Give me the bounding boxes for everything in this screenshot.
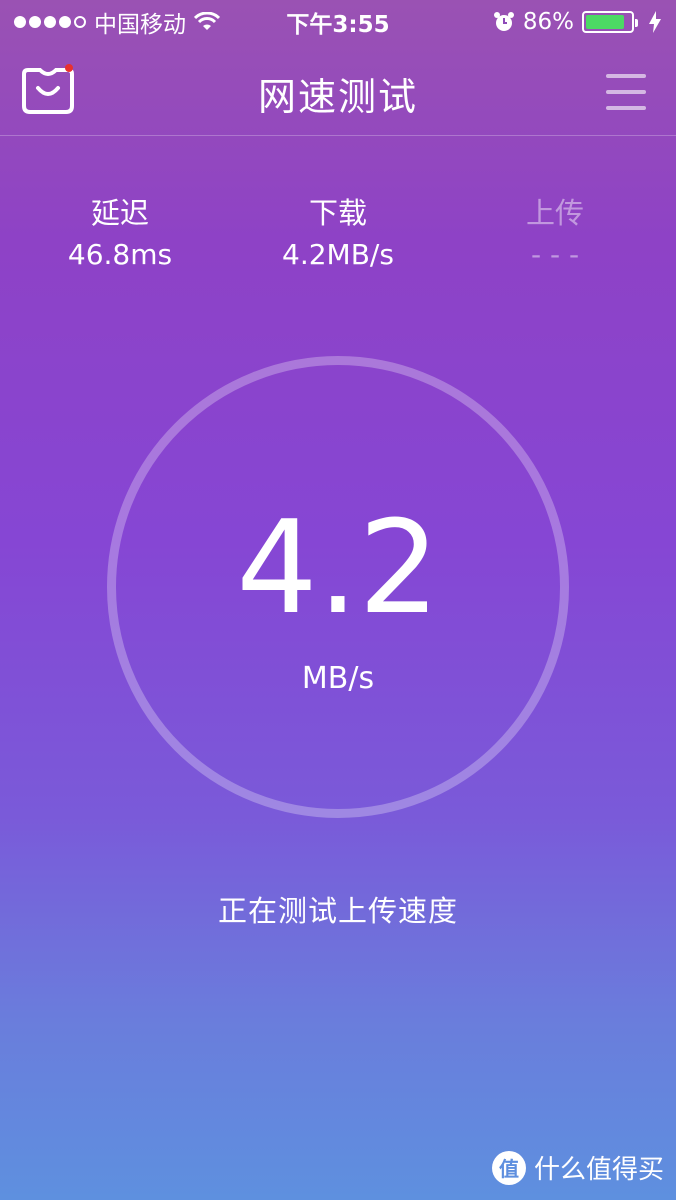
carrier-name: 中国移动	[94, 12, 186, 38]
wifi-icon	[194, 12, 220, 30]
stat-upload-label: 上传	[525, 196, 584, 230]
speed-gauge: 4.2 MB/s	[107, 356, 569, 818]
stat-upload: 上传 - - -	[455, 190, 655, 271]
signal-icon	[14, 16, 86, 28]
stat-upload-value: - - -	[530, 238, 580, 271]
stat-latency: 延迟 46.8ms	[20, 190, 220, 271]
status-bar: 中国移动 下午3:55 86%	[0, 0, 676, 44]
menu-icon[interactable]	[606, 74, 646, 110]
test-status-message: 正在测试上传速度	[217, 894, 458, 928]
status-right: 86%	[493, 9, 662, 35]
nav-bar: 网速测试	[0, 44, 676, 136]
status-left: 中国移动	[14, 5, 220, 39]
stat-download: 下载 4.2MB/s	[238, 190, 438, 271]
battery-icon	[582, 11, 638, 33]
charging-icon	[649, 11, 661, 33]
stat-latency-value: 46.8ms	[67, 238, 173, 271]
stat-download-value: 4.2MB/s	[282, 238, 394, 271]
battery-percent: 86%	[522, 9, 574, 35]
page-title: 网速测试	[257, 75, 418, 119]
stat-latency-label: 延迟	[90, 196, 149, 230]
watermark-text: 什么值得买	[533, 1155, 664, 1185]
battery-fill	[586, 15, 624, 29]
gauge-value: 4.2	[236, 494, 440, 643]
watermark: 值 什么值得买	[491, 1149, 664, 1186]
alarm-icon	[493, 12, 514, 31]
stat-download-label: 下载	[308, 196, 367, 230]
watermark-badge-icon: 值	[491, 1150, 526, 1185]
gauge-unit: MB/s	[301, 661, 375, 696]
stats-row: 延迟 46.8ms 下载 4.2MB/s 上传 - - -	[0, 190, 676, 271]
